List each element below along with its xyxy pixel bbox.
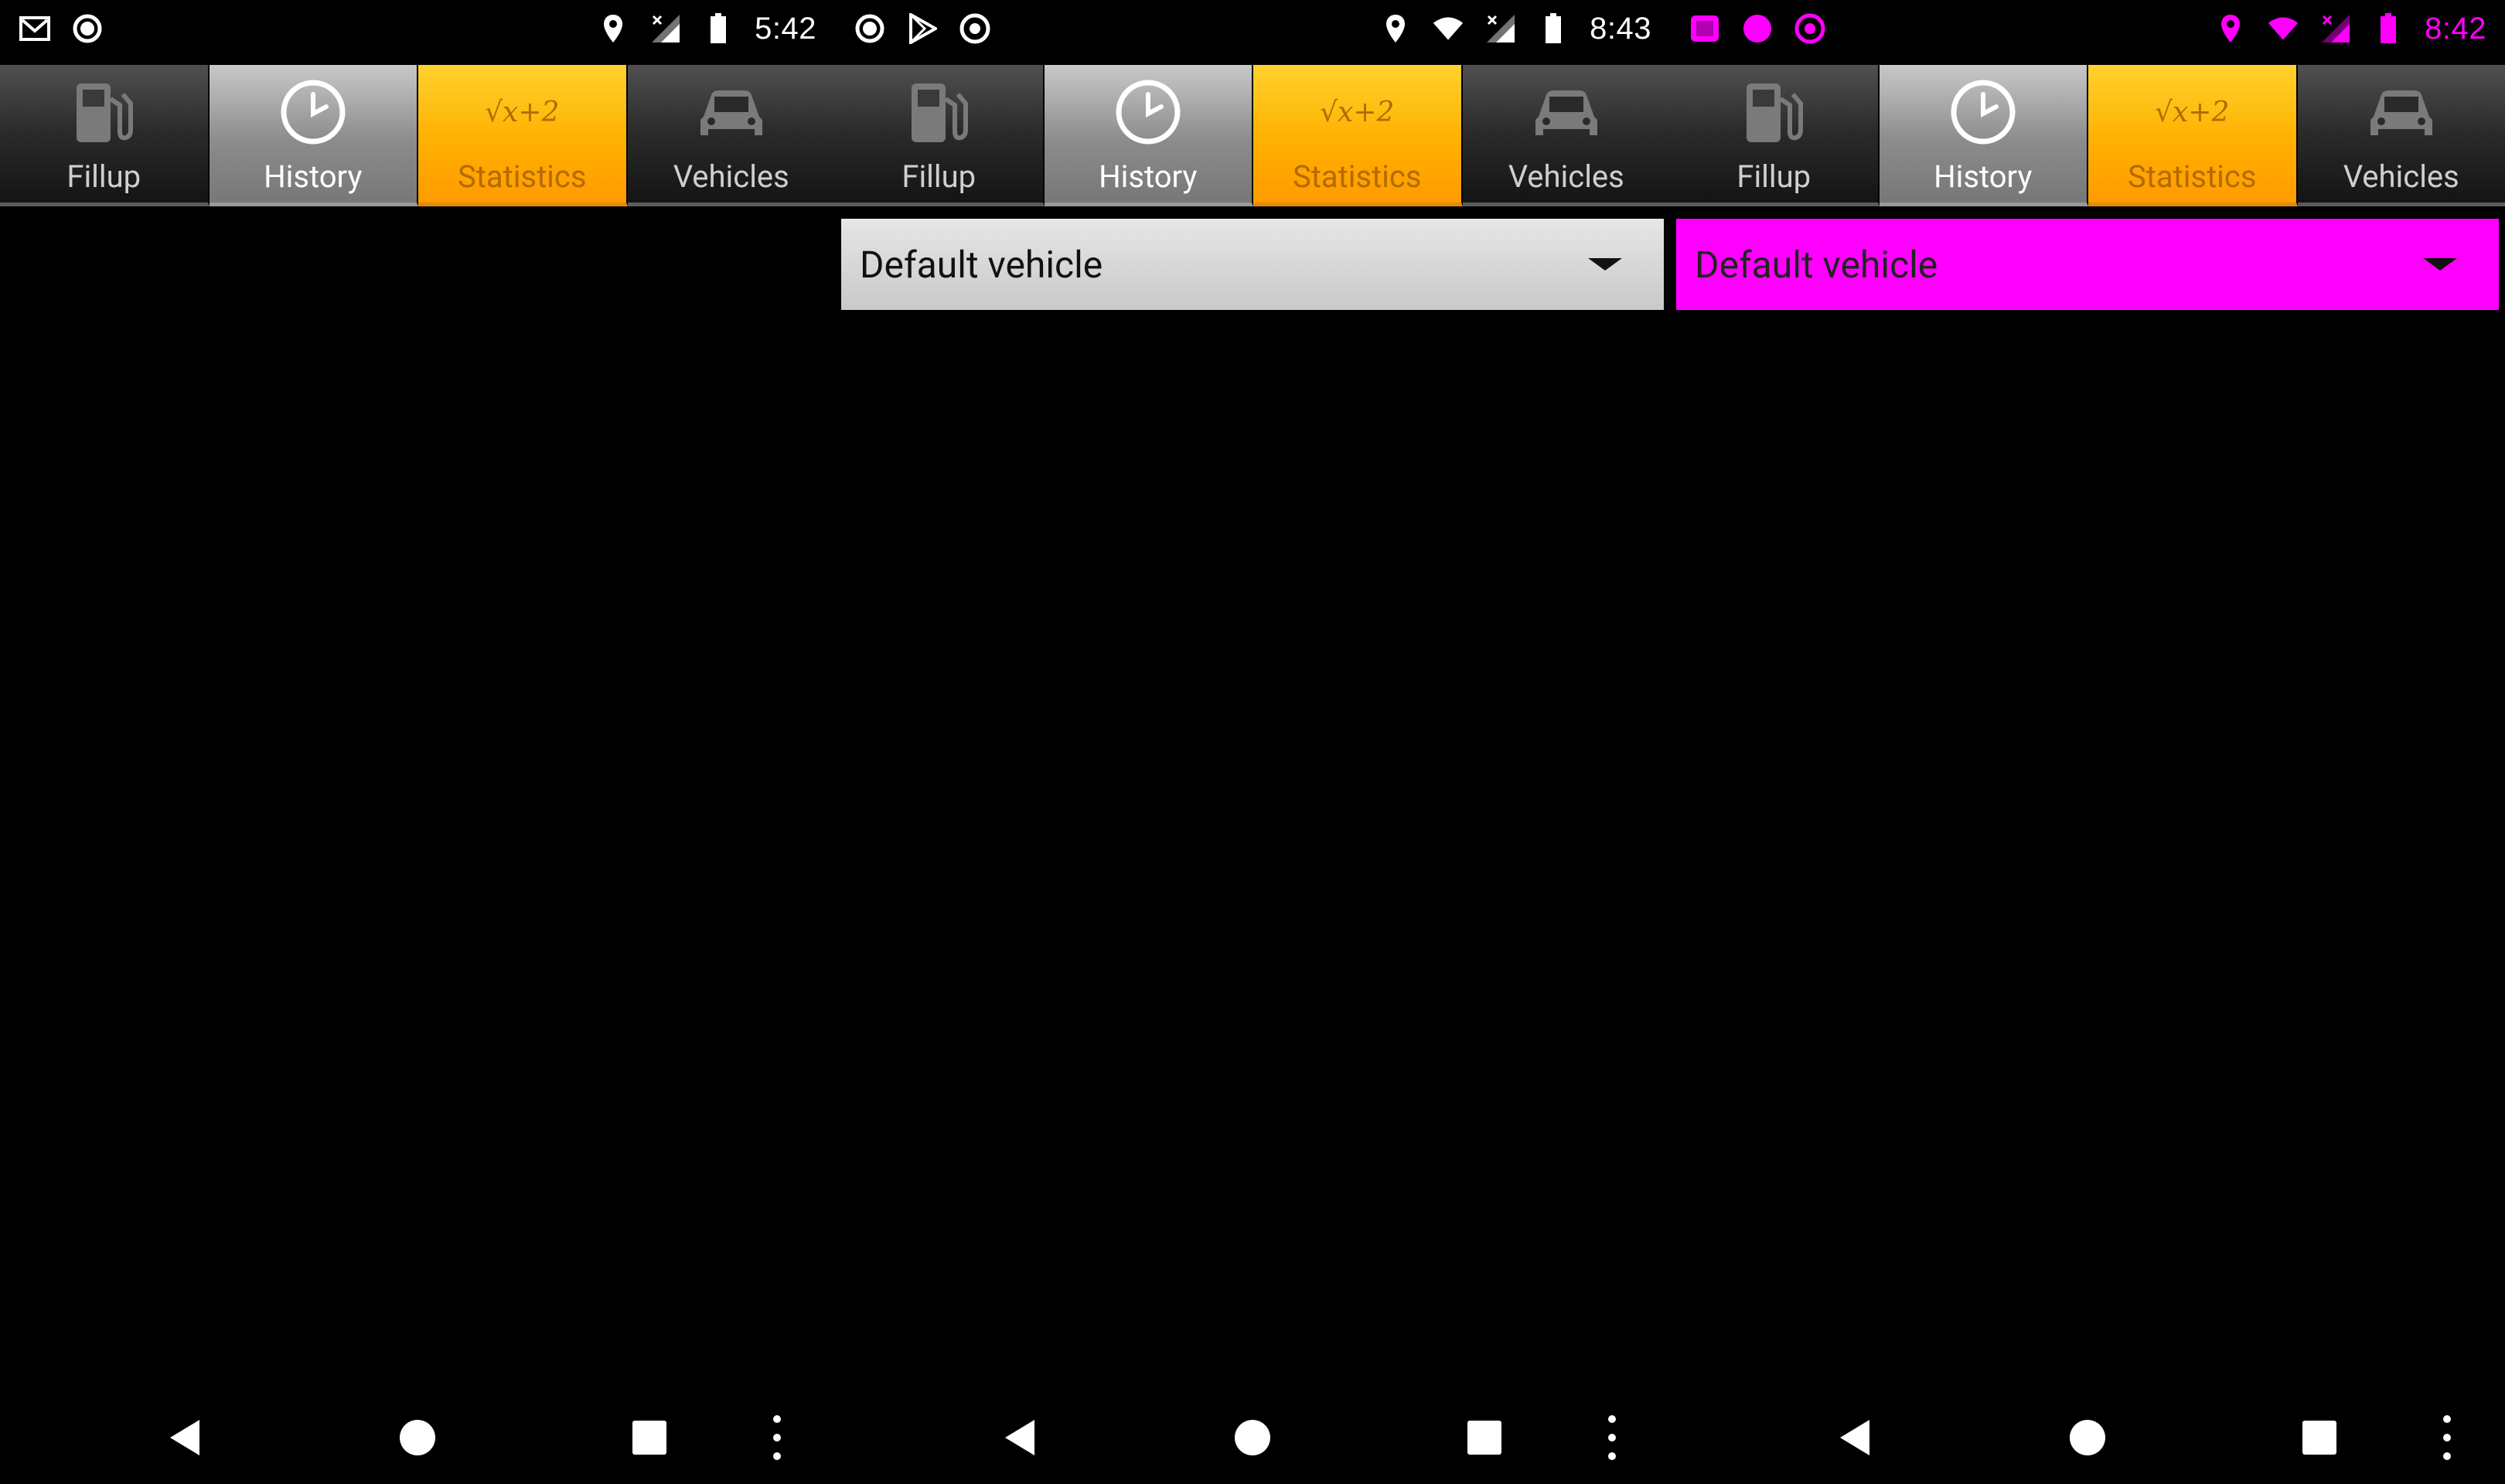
status-right: 5:42 (597, 12, 816, 46)
tab-vehicles[interactable]: Vehicles (1462, 65, 1670, 206)
navigation-bar (1670, 1391, 2505, 1484)
tab-label: Vehicles (1508, 158, 1624, 195)
circle-notification-icon (71, 12, 104, 45)
tab-statistics[interactable]: √x+2 Statistics (418, 65, 628, 206)
fuel-pump-icon (61, 73, 146, 151)
tab-fillup[interactable]: Fillup (0, 65, 210, 206)
overflow-menu-icon[interactable] (1600, 1407, 1624, 1469)
recent-apps-icon[interactable] (2296, 1414, 2343, 1461)
clock-icon (271, 73, 356, 151)
circle-notification-icon (854, 12, 886, 45)
vehicle-spinner-value: Default vehicle (1695, 242, 1938, 287)
tab-label: History (1934, 158, 2033, 195)
home-icon[interactable] (1229, 1414, 1276, 1461)
tab-label: Fillup (901, 158, 976, 195)
vehicle-spinner[interactable]: Default vehicle (841, 219, 1664, 310)
car-icon (1524, 73, 1609, 151)
tab-label: Statistics (2128, 158, 2257, 195)
tab-vehicles[interactable]: Vehicles (627, 65, 835, 206)
status-right: 8:43 (1379, 12, 1651, 46)
recent-apps-icon[interactable] (1461, 1414, 1508, 1461)
no-signal-icon (1484, 12, 1517, 45)
tab-bar: Fillup History √x+2 Statistics Vehicles (0, 65, 835, 206)
tab-label: Vehicles (673, 158, 789, 195)
tab-fillup[interactable]: Fillup (835, 65, 1045, 206)
home-icon[interactable] (2064, 1414, 2111, 1461)
tab-label: History (264, 158, 363, 195)
dropdown-arrow-icon (2423, 258, 2457, 271)
gmail-icon (19, 12, 51, 45)
vehicle-spinner-value: Default vehicle (860, 242, 1103, 287)
sqrt-x-plus-2-icon: √x+2 (1320, 96, 1395, 128)
location-icon (1379, 12, 1412, 45)
tab-label: Fillup (66, 158, 141, 195)
status-bar: 8:43 (835, 0, 1670, 57)
location-icon (2214, 12, 2247, 45)
tab-bar: Fillup History √x+2 Statistics Vehicles (835, 65, 1670, 206)
sqrt-x-plus-2-icon: √x+2 (485, 96, 560, 128)
back-icon[interactable] (162, 1414, 209, 1461)
car-icon (689, 73, 774, 151)
location-icon (597, 12, 629, 45)
screenshot-panels: 5:42 Fillup History √x+2 Statistics Vehi… (0, 0, 2505, 1484)
clock-icon (1106, 73, 1191, 151)
back-icon[interactable] (997, 1414, 1044, 1461)
status-left (1689, 12, 1826, 45)
panel-2: 8:43 Fillup History √x+2 Statistics Vehi… (835, 0, 1670, 1484)
tab-statistics[interactable]: √x+2 Statistics (1253, 65, 1463, 206)
status-bar: 8:42 (1670, 0, 2505, 57)
tab-fillup[interactable]: Fillup (1670, 65, 1880, 206)
overflow-menu-icon[interactable] (2435, 1407, 2459, 1469)
clock-icon (1941, 73, 2026, 151)
car-icon (2359, 73, 2444, 151)
tab-vehicles[interactable]: Vehicles (2297, 65, 2505, 206)
chrome-icon (959, 12, 991, 45)
status-left (854, 12, 991, 45)
tab-history[interactable]: History (1879, 65, 2088, 206)
back-icon[interactable] (1832, 1414, 1879, 1461)
overflow-menu-icon[interactable] (765, 1407, 789, 1469)
status-time: 5:42 (755, 11, 816, 46)
battery-icon (2372, 12, 2404, 45)
circle-notification-icon (1741, 12, 1774, 45)
navigation-bar (0, 1391, 835, 1484)
tab-bar: Fillup History √x+2 Statistics Vehicles (1670, 65, 2505, 206)
recent-apps-icon[interactable] (626, 1414, 673, 1461)
tab-history[interactable]: History (1044, 65, 1253, 206)
tab-label: Vehicles (2343, 158, 2459, 195)
navigation-bar (835, 1391, 1670, 1484)
play-store-icon (906, 12, 939, 45)
tab-label: History (1099, 158, 1198, 195)
panel-3: 8:42 Fillup History √x+2 Statistics Vehi… (1670, 0, 2505, 1484)
notification-icon (1689, 12, 1721, 45)
tab-statistics[interactable]: √x+2 Statistics (2088, 65, 2298, 206)
tab-label: Statistics (1293, 158, 1422, 195)
wifi-icon (2267, 12, 2299, 45)
vehicle-spinner[interactable]: Default vehicle (1676, 219, 2499, 310)
tab-history[interactable]: History (209, 65, 418, 206)
status-time: 8:43 (1590, 11, 1651, 46)
tab-label: Fillup (1736, 158, 1811, 195)
panel-1: 5:42 Fillup History √x+2 Statistics Vehi… (0, 0, 835, 1484)
chrome-icon (1794, 12, 1826, 45)
fuel-pump-icon (1731, 73, 1816, 151)
status-bar: 5:42 (0, 0, 835, 57)
no-signal-icon (649, 12, 682, 45)
wifi-icon (1432, 12, 1464, 45)
sqrt-x-plus-2-icon: √x+2 (2155, 96, 2230, 128)
no-signal-icon (2319, 12, 2352, 45)
status-time: 8:42 (2425, 11, 2486, 46)
status-left (19, 12, 104, 45)
tab-label: Statistics (458, 158, 587, 195)
home-icon[interactable] (394, 1414, 441, 1461)
dropdown-arrow-icon (1588, 258, 1622, 271)
fuel-pump-icon (896, 73, 981, 151)
battery-icon (702, 12, 734, 45)
battery-icon (1537, 12, 1569, 45)
status-right: 8:42 (2214, 12, 2486, 46)
